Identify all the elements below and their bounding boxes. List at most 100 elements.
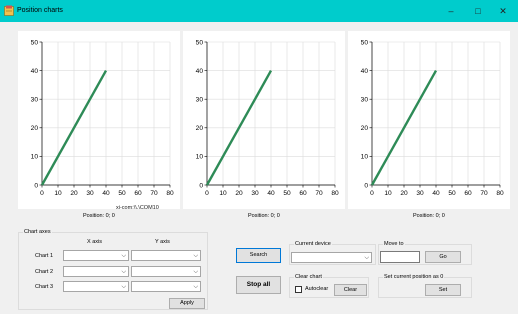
chevron-down-icon: ⌵: [364, 255, 369, 261]
chart-axes-title: Chart axes: [23, 229, 52, 235]
x-tick-label: 20: [400, 190, 408, 197]
set-button[interactable]: Set: [425, 284, 461, 296]
y-tick-label: 0: [34, 182, 38, 189]
chevron-down-icon: ⌵: [193, 269, 198, 275]
chart-3-position-label: Position: 0; 0: [413, 213, 445, 219]
x-tick-label: 60: [134, 190, 142, 197]
y-tick-label: 50: [196, 39, 204, 46]
clear-button[interactable]: Clear: [334, 284, 367, 296]
set-position-title: Set current position as 0: [383, 274, 445, 280]
chart-1-axis-label: Chart 1: [35, 253, 54, 259]
x-tick-label: 80: [496, 190, 504, 197]
set-position-group: Set current position as 0 Set: [378, 274, 472, 298]
chart-axes-group: Chart axes X axis Y axis Chart 1 ⌵ ⌵ Cha…: [18, 229, 208, 310]
y-tick-label: 30: [196, 97, 204, 104]
chart-panel-2: 0 10 20 30 40 50 60 70 80 0 10 20 30 40 50: [183, 31, 345, 209]
chart-1-x-axis-select[interactable]: ⌵: [63, 250, 129, 261]
x-tick-label: 10: [219, 190, 227, 197]
chevron-down-icon: ⌵: [121, 253, 126, 259]
window-title: Position charts: [17, 7, 63, 14]
chart-2: 0 10 20 30 40 50 60 70 80 0 10 20 30 40 50: [196, 39, 339, 197]
y-tick-label: 20: [31, 125, 39, 132]
move-to-input[interactable]: [380, 251, 420, 263]
chart-1: 0 10 20 30 40 50 60 70 80 0 10 20 30 40 50: [31, 39, 174, 197]
close-icon[interactable]: ✕: [492, 3, 514, 19]
x-tick-label: 50: [283, 190, 291, 197]
chart-port-label: xi-com:\\.\COM10: [116, 205, 159, 211]
chart-3: 0 10 20 30 40 50 60 70 80 0 10 20 30 40 50: [361, 39, 504, 197]
maximize-icon[interactable]: □: [467, 3, 489, 19]
minimize-icon[interactable]: –: [440, 3, 462, 19]
chart-2-y-axis-select[interactable]: ⌵: [131, 266, 201, 277]
x-tick-label: 0: [40, 190, 44, 197]
x-tick-label: 10: [384, 190, 392, 197]
y-tick-label: 10: [361, 154, 369, 161]
autoclear-label: Autoclear: [305, 286, 329, 292]
clear-chart-group: Clear chart Autoclear Clear: [289, 274, 369, 298]
chart-1-y-axis-select[interactable]: ⌵: [131, 250, 201, 261]
y-tick-label: 30: [361, 97, 369, 104]
chevron-down-icon: ⌵: [121, 269, 126, 275]
clear-chart-title: Clear chart: [294, 274, 323, 280]
x-tick-label: 40: [267, 190, 275, 197]
autoclear-checkbox[interactable]: [295, 286, 302, 293]
x-tick-label: 70: [480, 190, 488, 197]
go-button[interactable]: Go: [425, 251, 461, 263]
chart-panel-1: 0 10 20 30 40 50 60 70 80 0 10 20 30 40 50 xi-com:\\.\…: [18, 31, 180, 211]
x-tick-label: 50: [118, 190, 126, 197]
current-device-title: Current device: [294, 241, 332, 247]
chart-3-axis-label: Chart 3: [35, 284, 54, 290]
app-icon: [4, 5, 14, 16]
x-tick-label: 60: [299, 190, 307, 197]
y-tick-label: 10: [196, 154, 204, 161]
chart-3-x-axis-select[interactable]: ⌵: [63, 281, 129, 292]
x-tick-label: 30: [416, 190, 424, 197]
chart-2-position-label: Position: 0; 0: [248, 213, 280, 219]
x-axis-header: X axis: [87, 239, 102, 245]
x-tick-label: 60: [464, 190, 472, 197]
apply-button[interactable]: Apply: [169, 298, 205, 309]
x-tick-label: 20: [235, 190, 243, 197]
chevron-down-icon: ⌵: [193, 284, 198, 290]
chart-panel-3: 0 10 20 30 40 50 60 70 80 0 10 20 30 40 50: [348, 31, 510, 209]
x-tick-label: 30: [86, 190, 94, 197]
y-tick-label: 50: [31, 39, 39, 46]
x-tick-label: 80: [331, 190, 339, 197]
y-axis-header: Y axis: [155, 239, 170, 245]
y-tick-label: 40: [196, 68, 204, 75]
x-tick-label: 80: [166, 190, 174, 197]
chevron-down-icon: ⌵: [121, 284, 126, 290]
x-tick-label: 50: [448, 190, 456, 197]
search-button[interactable]: Search: [236, 248, 281, 263]
window-client-area: 0 10 20 30 40 50 60 70 80 0 10 20 30 40 50 xi-com:\\.\…: [0, 22, 518, 314]
y-tick-label: 50: [361, 39, 369, 46]
x-tick-label: 40: [432, 190, 440, 197]
y-tick-label: 30: [31, 97, 39, 104]
y-tick-label: 40: [361, 68, 369, 75]
move-to-group: Move to Go: [378, 241, 472, 265]
chart-2-axis-label: Chart 2: [35, 269, 54, 275]
y-tick-label: 20: [361, 125, 369, 132]
y-tick-label: 10: [31, 154, 39, 161]
y-tick-label: 20: [196, 125, 204, 132]
x-tick-label: 0: [205, 190, 209, 197]
y-tick-label: 40: [31, 68, 39, 75]
y-tick-label: 0: [199, 182, 203, 189]
x-tick-label: 70: [150, 190, 158, 197]
chevron-down-icon: ⌵: [193, 253, 198, 259]
title-bar: Position charts – □ ✕: [0, 0, 518, 22]
chart-2-x-axis-select[interactable]: ⌵: [63, 266, 129, 277]
x-tick-label: 70: [315, 190, 323, 197]
move-to-title: Move to: [383, 241, 405, 247]
x-tick-label: 0: [370, 190, 374, 197]
x-tick-label: 10: [54, 190, 62, 197]
x-tick-label: 30: [251, 190, 259, 197]
y-tick-label: 0: [364, 182, 368, 189]
current-device-select[interactable]: ⌵: [291, 252, 372, 263]
x-tick-label: 20: [70, 190, 78, 197]
x-tick-label: 40: [102, 190, 110, 197]
chart-1-position-label: Position: 0; 0: [83, 213, 115, 219]
stop-all-button[interactable]: Stop all: [236, 276, 281, 294]
chart-3-y-axis-select[interactable]: ⌵: [131, 281, 201, 292]
current-device-group: Current device ⌵: [289, 241, 376, 265]
